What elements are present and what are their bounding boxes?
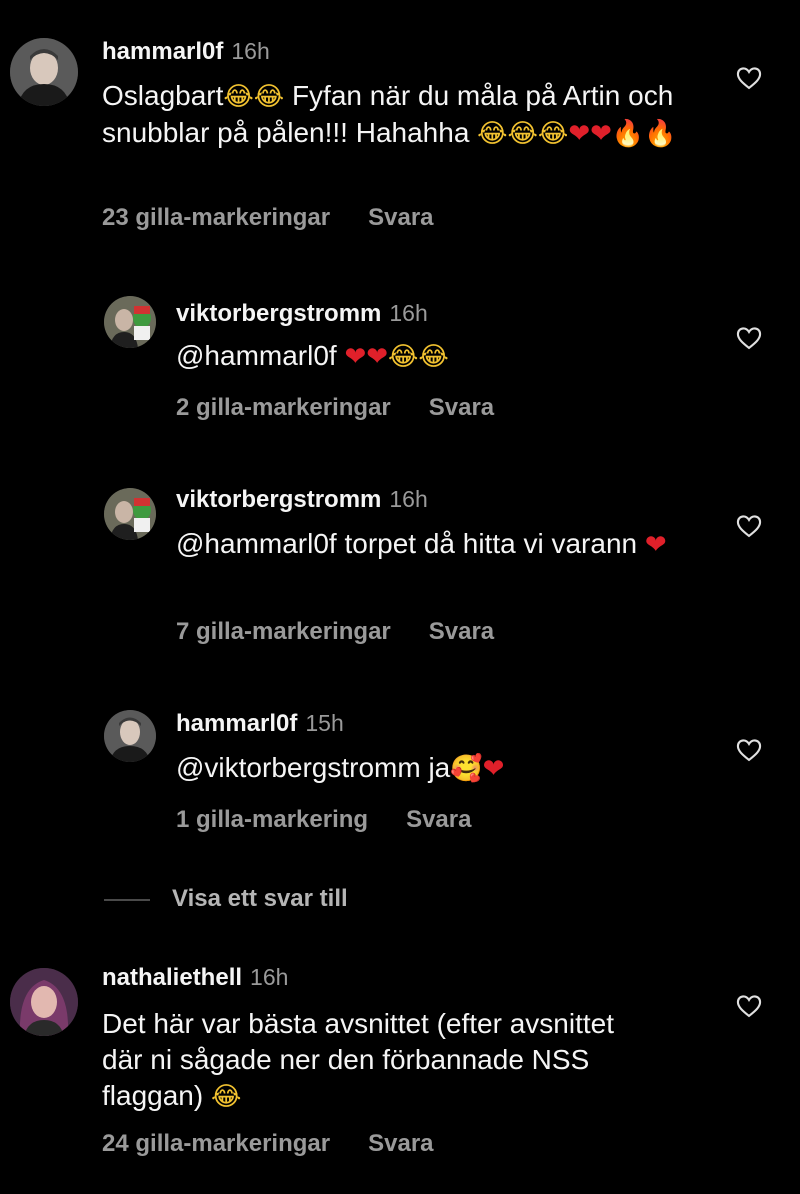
- comment-text: @hammarl0f torpet då hitta vi varann ❤: [176, 528, 667, 560]
- avatar-photo: [104, 488, 156, 540]
- comment-actions: 7 gilla-markeringar Svara: [176, 618, 494, 646]
- comment-header: viktorbergstromm 16h: [176, 300, 428, 328]
- thread-line: [104, 899, 150, 901]
- timestamp: 15h: [305, 710, 344, 736]
- likes-count[interactable]: 7 gilla-markeringar: [176, 618, 391, 645]
- reply-button[interactable]: Svara: [429, 618, 494, 645]
- timestamp: 16h: [231, 38, 270, 64]
- heart-outline-icon[interactable]: [735, 324, 763, 352]
- comment: nathaliethell 16h Det här var bästa avsni…: [0, 950, 800, 1170]
- likes-count[interactable]: 1 gilla-markering: [176, 806, 368, 833]
- comment-actions: 1 gilla-markering Svara: [176, 806, 471, 834]
- reply-comment: viktorbergstromm 16h @hammarl0f ❤❤😂😂 2 gi…: [0, 280, 800, 440]
- comment-text: @viktorbergstromm ja🥰❤: [176, 752, 505, 784]
- reply-comment: hammarl0f 15h @viktorbergstromm ja🥰❤ 1 gi…: [0, 690, 800, 850]
- timestamp: 16h: [250, 964, 289, 990]
- avatar[interactable]: [104, 296, 156, 348]
- likes-count[interactable]: 2 gilla-markeringar: [176, 394, 391, 421]
- username[interactable]: viktorbergstromm: [176, 300, 381, 327]
- avatar-photo: [10, 38, 78, 106]
- heart-outline-icon[interactable]: [735, 64, 763, 92]
- comment-text: Det här var bästa avsnittet (efter avsni…: [102, 1008, 615, 1112]
- avatar[interactable]: [10, 38, 78, 106]
- comment-header: hammarl0f 15h: [176, 710, 344, 738]
- username[interactable]: viktorbergstromm: [176, 486, 381, 513]
- likes-count[interactable]: 23 gilla-markeringar: [102, 204, 330, 231]
- username[interactable]: nathaliethell: [102, 964, 242, 991]
- heart-outline-icon[interactable]: [735, 736, 763, 764]
- view-more-replies-button[interactable]: Visa ett svar till: [172, 885, 348, 913]
- reply-comment: viktorbergstromm 16h @hammarl0f torpet då…: [0, 468, 800, 668]
- avatar[interactable]: [10, 968, 78, 1036]
- reply-button[interactable]: Svara: [406, 806, 471, 833]
- avatar-photo: [10, 968, 78, 1036]
- reply-button[interactable]: Svara: [368, 1130, 433, 1157]
- reply-button[interactable]: Svara: [368, 204, 433, 231]
- timestamp: 16h: [389, 300, 428, 326]
- reply-button[interactable]: Svara: [429, 394, 494, 421]
- comment-header: hammarl0f 16h: [102, 38, 270, 66]
- avatar-photo: [104, 710, 156, 762]
- comment-actions: 24 gilla-markeringar Svara: [102, 1130, 434, 1158]
- avatar-photo: [104, 296, 156, 348]
- timestamp: 16h: [389, 486, 428, 512]
- comment-header: nathaliethell 16h: [102, 964, 288, 992]
- username[interactable]: hammarl0f: [176, 710, 297, 737]
- comment-header: viktorbergstromm 16h: [176, 486, 428, 514]
- heart-outline-icon[interactable]: [735, 512, 763, 540]
- username[interactable]: hammarl0f: [102, 38, 223, 65]
- avatar[interactable]: [104, 488, 156, 540]
- heart-outline-icon[interactable]: [735, 992, 763, 1020]
- likes-count[interactable]: 24 gilla-markeringar: [102, 1130, 330, 1157]
- comment: hammarl0f 16h Oslagbart😂😂 Fyfan när du må…: [0, 0, 800, 260]
- avatar[interactable]: [104, 710, 156, 762]
- comment-text: Oslagbart😂😂 Fyfan när du måla på Artin o…: [102, 80, 677, 149]
- comment-text: @hammarl0f ❤❤😂😂: [176, 340, 449, 372]
- comment-actions: 23 gilla-markeringar Svara: [102, 204, 434, 232]
- comment-actions: 2 gilla-markeringar Svara: [176, 394, 494, 422]
